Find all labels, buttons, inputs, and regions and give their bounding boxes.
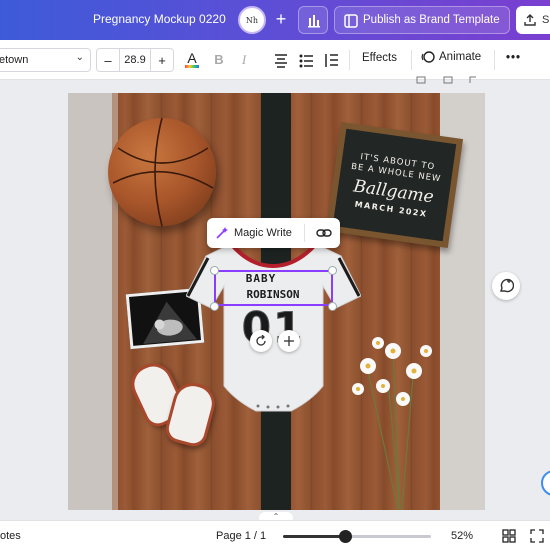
bottom-bar: otes Page 1 / 1 52% <box>0 520 550 550</box>
editor-toolbar: etown ⌄ – 28.9 + A B I Effects Animate •… <box>0 40 550 80</box>
align-button[interactable] <box>272 50 290 70</box>
effects-button[interactable]: Effects <box>362 52 397 64</box>
jersey-number: 01 <box>241 303 305 353</box>
italic-button[interactable]: I <box>236 50 252 70</box>
align-center-icon <box>275 54 287 68</box>
basketball-image[interactable] <box>108 118 216 226</box>
add-collaborator-button[interactable]: + <box>270 8 292 30</box>
resize-handle-bottom-right[interactable] <box>328 302 337 311</box>
text-color-button[interactable]: A <box>183 50 201 70</box>
bold-button[interactable]: B <box>211 50 227 70</box>
text-selection-box[interactable] <box>214 270 333 306</box>
spacing-button[interactable] <box>322 50 340 70</box>
background-left <box>68 93 112 510</box>
publish-label: Publish as Brand Template <box>363 14 500 26</box>
text-color-icon: A <box>185 50 199 68</box>
font-size-value[interactable]: 28.9 <box>119 49 151 71</box>
add-page-icon[interactable] <box>468 76 480 84</box>
rotate-handle[interactable] <box>250 330 272 352</box>
letterboard-face: IT'S ABOUT TO BE A WHOLE NEW Ballgame MA… <box>332 128 457 242</box>
upload-icon <box>524 14 536 26</box>
resize-handle-top-right[interactable] <box>328 266 337 275</box>
text-context-popover: Magic Write <box>207 218 340 248</box>
font-family-dropdown[interactable]: etown ⌄ <box>0 48 91 72</box>
top-bar: Pregnancy Mockup 0220 Nh + Publish as Br… <box>0 0 550 40</box>
toolbar-divider <box>494 50 495 70</box>
share-label: S <box>542 14 550 26</box>
fullscreen-icon[interactable] <box>530 529 544 543</box>
animate-label: Animate <box>439 51 482 63</box>
animate-icon <box>421 51 435 63</box>
insights-button[interactable] <box>298 6 328 34</box>
resize-handle-bottom-left[interactable] <box>210 302 219 311</box>
line-spacing-icon <box>325 54 338 67</box>
magic-write-button[interactable]: Magic Write <box>215 218 292 248</box>
svg-text:A: A <box>187 50 197 66</box>
bar-chart-icon <box>308 15 320 28</box>
basketball-seams <box>112 118 214 226</box>
bullet-list-icon <box>299 54 313 68</box>
list-button[interactable] <box>297 50 315 70</box>
move-icon <box>284 336 294 346</box>
daisy-bouquet-image[interactable] <box>338 321 438 510</box>
zoom-percentage[interactable]: 52% <box>451 530 473 542</box>
more-options-button[interactable]: ••• <box>506 52 521 64</box>
document-title[interactable]: Pregnancy Mockup 0220 <box>93 12 226 26</box>
add-comment-button[interactable] <box>492 272 520 300</box>
popover-divider <box>304 224 305 242</box>
magic-write-label: Magic Write <box>234 227 292 239</box>
chevron-down-icon: ⌄ <box>75 52 84 63</box>
decrease-font-size-button[interactable]: – <box>97 53 119 68</box>
magic-wand-icon <box>216 227 228 239</box>
grid-view-icon[interactable] <box>502 529 516 543</box>
comment-add-icon <box>500 278 514 293</box>
font-family-value: etown <box>0 54 29 66</box>
lock-icon[interactable] <box>415 76 427 84</box>
font-size-stepper[interactable]: – 28.9 + <box>96 48 174 72</box>
zoom-slider-fill <box>283 535 345 538</box>
animate-button[interactable]: Animate <box>421 50 481 64</box>
plus-icon: + <box>275 9 287 29</box>
italic-icon: I <box>241 52 247 67</box>
rotate-icon <box>256 335 266 346</box>
zoom-slider[interactable] <box>283 530 431 543</box>
publish-brand-template-button[interactable]: Publish as Brand Template <box>334 6 510 34</box>
increase-font-size-button[interactable]: + <box>151 53 173 68</box>
move-handle[interactable] <box>278 330 300 352</box>
bold-icon: B <box>214 52 224 67</box>
page-indicator[interactable]: Page 1 / 1 <box>216 530 266 542</box>
avatar[interactable]: Nh <box>238 6 266 34</box>
avatar-initials: Nh <box>245 15 259 25</box>
link-icon[interactable] <box>315 224 333 242</box>
toolbar-divider <box>411 50 412 70</box>
share-button[interactable]: S <box>516 6 550 34</box>
zoom-slider-knob[interactable] <box>338 530 352 543</box>
template-icon <box>344 14 358 28</box>
toolbar-divider <box>349 50 350 70</box>
duplicate-page-icon[interactable] <box>442 76 454 84</box>
letterboard-image[interactable]: IT'S ABOUT TO BE A WHOLE NEW Ballgame MA… <box>325 121 464 249</box>
resize-handle-top-left[interactable] <box>210 266 219 275</box>
notes-button[interactable]: otes <box>0 530 21 542</box>
